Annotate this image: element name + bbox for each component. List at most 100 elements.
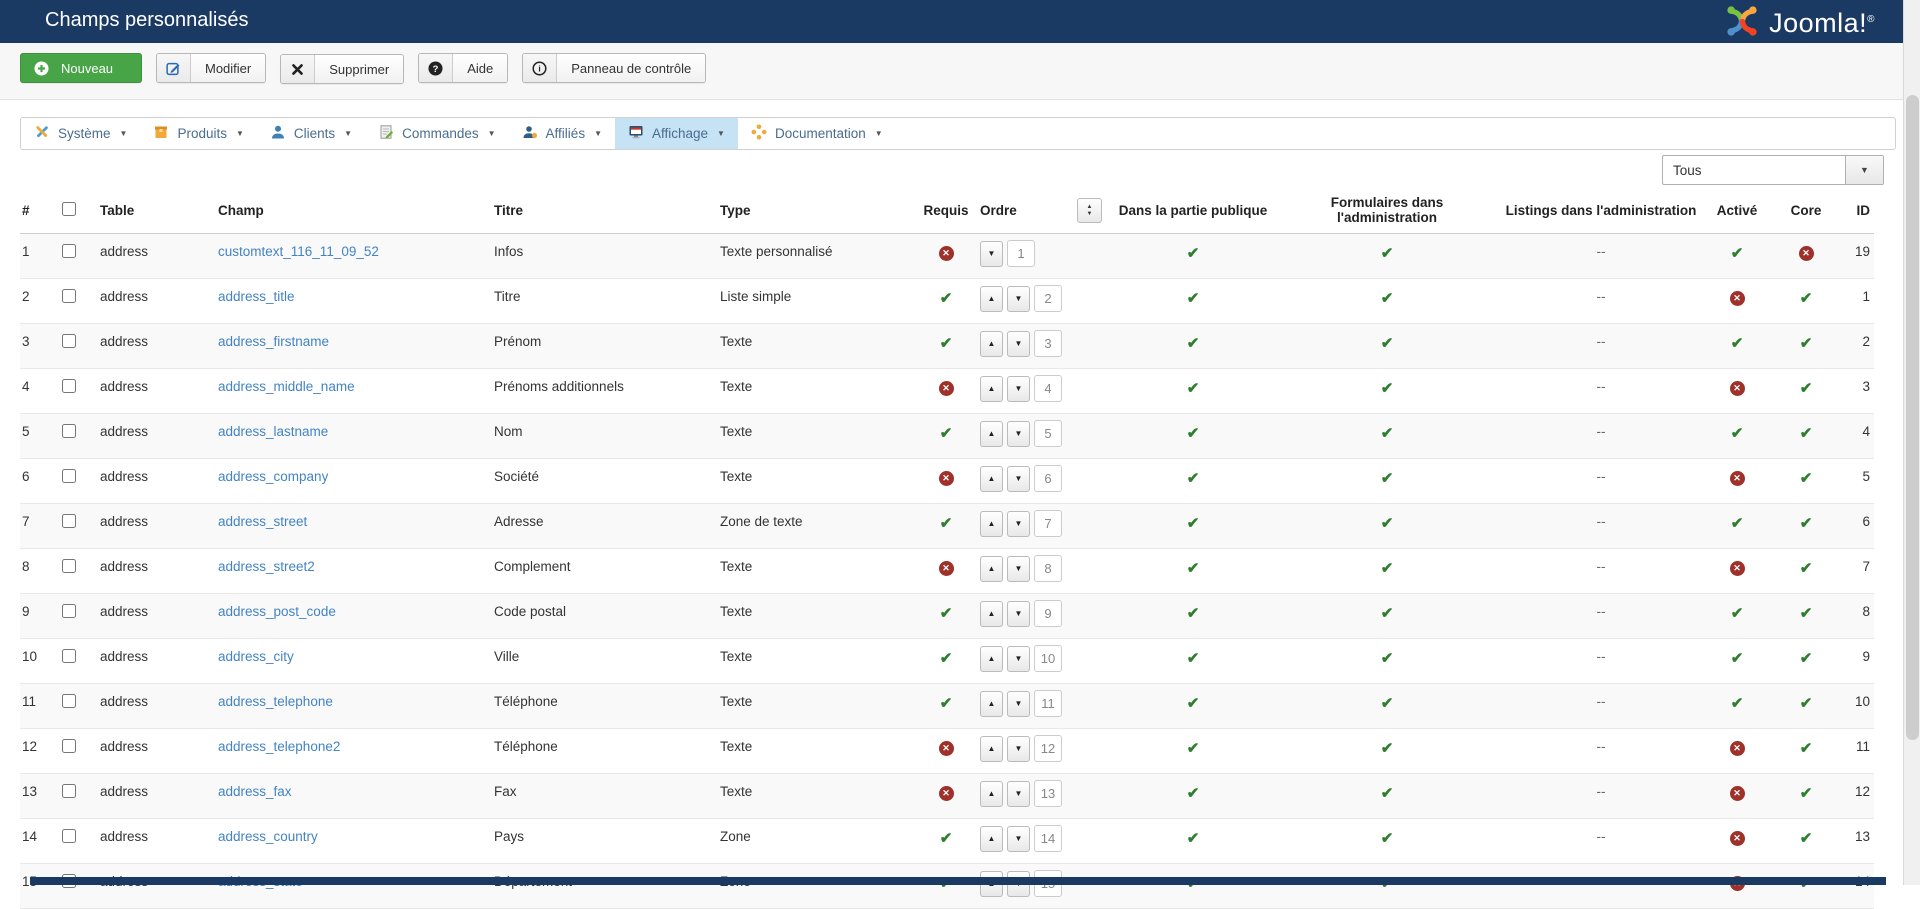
move-down-button[interactable]: ▼ <box>1007 826 1030 852</box>
move-up-button[interactable]: ▲ <box>980 376 1003 402</box>
check-icon[interactable]: ✔ <box>940 605 953 622</box>
field-name-link[interactable]: address_telephone <box>218 694 333 709</box>
menu-item-produits[interactable]: Produits▼ <box>140 118 256 149</box>
menu-item-systeme[interactable]: Système▼ <box>21 118 140 149</box>
check-icon[interactable]: ✔ <box>1731 335 1744 352</box>
field-name-link[interactable]: address_title <box>218 289 295 304</box>
move-up-button[interactable]: ▲ <box>980 781 1003 807</box>
check-icon[interactable]: ✔ <box>1187 245 1200 262</box>
check-icon[interactable]: ✔ <box>1187 560 1200 577</box>
check-icon[interactable]: ✔ <box>1187 695 1200 712</box>
check-icon[interactable]: ✔ <box>1187 785 1200 802</box>
cross-icon[interactable]: ✕ <box>1730 381 1745 396</box>
check-icon[interactable]: ✔ <box>1187 470 1200 487</box>
check-icon[interactable]: ✔ <box>1800 560 1813 577</box>
check-icon[interactable]: ✔ <box>1381 290 1394 307</box>
cross-icon[interactable]: ✕ <box>1730 471 1745 486</box>
field-name-link[interactable]: address_middle_name <box>218 379 355 394</box>
cross-icon[interactable]: ✕ <box>1730 561 1745 576</box>
order-input[interactable] <box>1034 375 1062 402</box>
field-name-link[interactable]: address_lastname <box>218 424 328 439</box>
check-icon[interactable]: ✔ <box>1381 740 1394 757</box>
move-down-button[interactable]: ▼ <box>1007 331 1030 357</box>
order-input[interactable] <box>1034 690 1062 717</box>
check-icon[interactable]: ✔ <box>1800 290 1813 307</box>
check-icon[interactable]: ✔ <box>1381 605 1394 622</box>
check-icon[interactable]: ✔ <box>1800 515 1813 532</box>
panneau-de-controle-button[interactable]: iPanneau de contrôle <box>522 53 706 83</box>
cross-icon[interactable]: ✕ <box>1730 741 1745 756</box>
check-icon[interactable]: ✔ <box>1187 290 1200 307</box>
cross-icon[interactable]: ✕ <box>1799 246 1814 261</box>
check-icon[interactable]: ✔ <box>1800 830 1813 847</box>
move-up-button[interactable]: ▲ <box>980 601 1003 627</box>
check-icon[interactable]: ✔ <box>1187 830 1200 847</box>
field-name-link[interactable]: address_street <box>218 514 307 529</box>
order-input[interactable] <box>1034 465 1062 492</box>
check-icon[interactable]: ✔ <box>940 830 953 847</box>
check-icon[interactable]: ✔ <box>1381 515 1394 532</box>
move-up-button[interactable]: ▲ <box>980 646 1003 672</box>
field-name-link[interactable]: address_telephone2 <box>218 739 340 754</box>
move-up-button[interactable]: ▲ <box>980 556 1003 582</box>
check-icon[interactable]: ✔ <box>1800 335 1813 352</box>
field-name-link[interactable]: address_company <box>218 469 328 484</box>
menu-item-affichage[interactable]: Affichage▼ <box>615 118 738 149</box>
aide-button[interactable]: ?Aide <box>418 53 508 83</box>
check-icon[interactable]: ✔ <box>940 515 953 532</box>
check-icon[interactable]: ✔ <box>940 425 953 442</box>
move-up-button[interactable]: ▲ <box>980 691 1003 717</box>
menu-item-affilies[interactable]: Affiliés▼ <box>509 118 615 149</box>
check-icon[interactable]: ✔ <box>1187 740 1200 757</box>
cross-icon[interactable]: ✕ <box>939 786 954 801</box>
check-icon[interactable]: ✔ <box>1187 380 1200 397</box>
check-icon[interactable]: ✔ <box>1800 785 1813 802</box>
check-icon[interactable]: ✔ <box>940 335 953 352</box>
move-down-button[interactable]: ▼ <box>1007 601 1030 627</box>
check-icon[interactable]: ✔ <box>1800 470 1813 487</box>
menu-item-commandes[interactable]: Commandes▼ <box>365 118 508 149</box>
check-icon[interactable]: ✔ <box>940 290 953 307</box>
row-checkbox[interactable] <box>62 604 76 618</box>
menu-item-documentation[interactable]: Documentation▼ <box>738 118 896 149</box>
field-name-link[interactable]: address_country <box>218 829 318 844</box>
order-input[interactable] <box>1034 735 1062 762</box>
move-up-button[interactable]: ▲ <box>980 826 1003 852</box>
check-icon[interactable]: ✔ <box>1731 245 1744 262</box>
cross-icon[interactable]: ✕ <box>939 561 954 576</box>
order-input[interactable] <box>1034 780 1062 807</box>
row-checkbox[interactable] <box>62 694 76 708</box>
move-up-button[interactable]: ▲ <box>980 736 1003 762</box>
row-checkbox[interactable] <box>62 244 76 258</box>
move-down-button[interactable]: ▼ <box>1007 511 1030 537</box>
check-icon[interactable]: ✔ <box>1381 830 1394 847</box>
check-icon[interactable]: ✔ <box>1381 695 1394 712</box>
move-up-button[interactable]: ▲ <box>980 466 1003 492</box>
move-down-button[interactable]: ▼ <box>1007 691 1030 717</box>
cross-icon[interactable]: ✕ <box>1730 291 1745 306</box>
order-input[interactable] <box>1034 645 1062 672</box>
row-checkbox[interactable] <box>62 469 76 483</box>
check-icon[interactable]: ✔ <box>940 650 953 667</box>
move-up-button[interactable]: ▲ <box>980 331 1003 357</box>
check-icon[interactable]: ✔ <box>1381 650 1394 667</box>
row-checkbox[interactable] <box>62 379 76 393</box>
cross-icon[interactable]: ✕ <box>1730 786 1745 801</box>
cross-icon[interactable]: ✕ <box>939 246 954 261</box>
order-input[interactable] <box>1034 285 1062 312</box>
row-checkbox[interactable] <box>62 289 76 303</box>
supprimer-button[interactable]: Supprimer <box>280 54 404 84</box>
move-down-button[interactable]: ▼ <box>980 241 1003 267</box>
cross-icon[interactable]: ✕ <box>939 471 954 486</box>
check-icon[interactable]: ✔ <box>1731 425 1744 442</box>
check-icon[interactable]: ✔ <box>1381 245 1394 262</box>
order-input[interactable] <box>1034 510 1062 537</box>
row-checkbox[interactable] <box>62 424 76 438</box>
row-checkbox[interactable] <box>62 829 76 843</box>
scrollbar[interactable] <box>1903 0 1920 885</box>
field-name-link[interactable]: customtext_116_11_09_52 <box>218 244 379 259</box>
check-icon[interactable]: ✔ <box>1381 380 1394 397</box>
nouveau-button[interactable]: Nouveau <box>20 53 142 83</box>
filter-select[interactable]: Tous ▼ <box>1662 155 1884 185</box>
check-icon[interactable]: ✔ <box>1800 380 1813 397</box>
